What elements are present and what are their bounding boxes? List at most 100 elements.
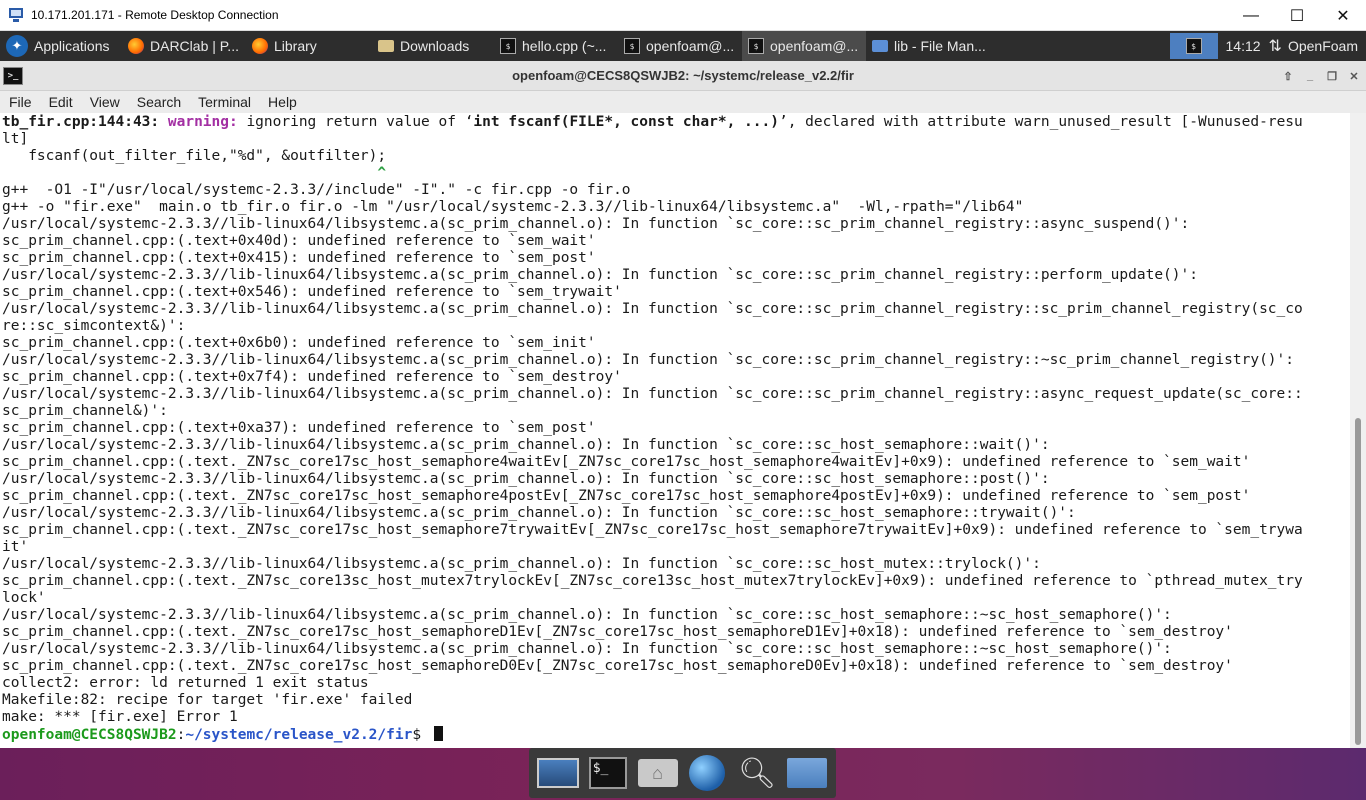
output-line: g++ -o "fir.exe" main.o tb_fir.o fir.o -… <box>2 199 1024 215</box>
prompt-symbol: $ <box>412 727 430 743</box>
warning-signature: int fscanf(FILE*, const char*, ...) <box>473 114 779 130</box>
terminal-window-title: openfoam@CECS8QSWJB2: ~/systemc/release_… <box>512 68 854 83</box>
output-line: sc_prim_channel.cpp:(.text._ZN7sc_core17… <box>2 488 1251 504</box>
app-finder-launcher[interactable]: 🔍︎ <box>735 752 779 794</box>
output-line: sc_prim_channel.cpp:(.text+0x7f4): undef… <box>2 369 622 385</box>
output-line: sc_prim_channel.cpp:(.text._ZN7sc_core17… <box>2 454 1251 470</box>
menu-edit[interactable]: Edit <box>40 94 81 110</box>
output-lines: lt] fscanf(out_filter_file,"%d", &outfil… <box>2 131 1350 726</box>
clock[interactable]: 14:12 <box>1218 38 1269 54</box>
user-menu[interactable]: OpenFoam <box>1288 38 1366 54</box>
restore-icon[interactable]: ❐ <box>1325 69 1339 83</box>
terminal-icon: $ <box>1185 38 1202 54</box>
output-line: /usr/local/systemc-2.3.3//lib-linux64/li… <box>2 437 1050 453</box>
taskbar-item-openfoam-1[interactable]: $ openfoam@... <box>618 31 742 61</box>
output-line: /usr/local/systemc-2.3.3//lib-linux64/li… <box>2 505 1076 521</box>
web-browser-icon <box>689 755 726 791</box>
terminal-titlebar: >_ openfoam@CECS8QSWJB2: ~/systemc/relea… <box>0 61 1366 91</box>
warning-location: tb_fir.cpp:144:43: <box>2 114 168 130</box>
output-line: make: *** [fir.exe] Error 1 <box>2 709 238 725</box>
taskbar-item-openfoam-2[interactable]: $ openfoam@... <box>742 31 866 61</box>
scrollbar-thumb[interactable] <box>1355 418 1361 745</box>
menu-help[interactable]: Help <box>259 94 305 110</box>
text-cursor <box>433 726 443 741</box>
task-label: Downloads <box>400 38 470 54</box>
taskbar-item-library[interactable]: Library <box>246 31 370 61</box>
rdp-title-bar: 10.171.201.171 - Remote Desktop Connecti… <box>0 0 1366 31</box>
output-line: sc_prim_channel&)': <box>2 403 168 419</box>
task-label: lib - File Man... <box>894 38 986 54</box>
close-icon[interactable]: ✕ <box>1347 69 1361 83</box>
terminal-scrollbar[interactable] <box>1350 113 1366 748</box>
shell-prompt[interactable]: openfoam@CECS8QSWJB2:~/systemc/release_v… <box>2 726 1350 743</box>
output-line: re::sc_simcontext&)': <box>2 318 186 334</box>
output-line: sc_prim_channel.cpp:(.text+0x6b0): undef… <box>2 335 596 351</box>
taskbar-item-downloads[interactable]: Downloads <box>370 31 494 61</box>
terminal-icon: $ <box>624 38 640 54</box>
home-folder-launcher[interactable]: ⌂ <box>636 752 680 794</box>
terminal-output[interactable]: tb_fir.cpp:144:43: warning: ignoring ret… <box>0 113 1350 748</box>
taskbar-item-hello-cpp[interactable]: $ hello.cpp (~... <box>494 31 618 61</box>
task-label: Library <box>274 38 317 54</box>
menu-search[interactable]: Search <box>128 94 189 110</box>
output-line: sc_prim_channel.cpp:(.text+0x40d): undef… <box>2 233 596 249</box>
remote-desktop-icon <box>9 8 25 22</box>
taskbar-item-darclab[interactable]: DARClab | P... <box>122 31 246 61</box>
shade-up-icon[interactable]: ⇧ <box>1281 69 1295 83</box>
warning-line: tb_fir.cpp:144:43: warning: ignoring ret… <box>2 114 1350 131</box>
top-panel: ✦ Applications DARClab | P... Library Do… <box>0 31 1366 61</box>
xfce-mouse-icon: ✦ <box>6 35 28 57</box>
terminal-icon: $_ <box>588 757 627 789</box>
show-desktop-button[interactable] <box>536 752 580 794</box>
menu-view[interactable]: View <box>81 94 128 110</box>
minimize-button[interactable]: — <box>1228 0 1274 31</box>
tray-terminal-button[interactable]: $ <box>1169 33 1218 59</box>
terminal-icon: $ <box>500 38 516 54</box>
task-label: openfoam@... <box>770 38 859 54</box>
output-line: sc_prim_channel.cpp:(.text+0xa37): undef… <box>2 420 596 436</box>
output-line: /usr/local/systemc-2.3.3//lib-linux64/li… <box>2 352 1295 368</box>
search-icon: 🔍︎ <box>738 756 777 790</box>
output-line: lt] <box>2 131 29 147</box>
terminal-icon: $ <box>748 38 764 54</box>
output-line: collect2: error: ld returned 1 exit stat… <box>2 675 369 691</box>
terminal-menubar: File Edit View Search Terminal Help <box>0 91 1366 113</box>
home-folder-icon: ⌂ <box>637 759 678 787</box>
output-line: /usr/local/systemc-2.3.3//lib-linux64/li… <box>2 301 1303 317</box>
output-line: sc_prim_channel.cpp:(.text+0x546): undef… <box>2 284 622 300</box>
applications-menu[interactable]: ✦ Applications <box>0 31 122 61</box>
warning-text: ignoring return value of ‘ <box>237 114 474 130</box>
network-transfer-icon[interactable]: ⇅ <box>1269 36 1282 56</box>
folder-icon <box>378 40 394 52</box>
menu-file[interactable]: File <box>0 94 40 110</box>
firefox-icon <box>128 38 144 54</box>
task-label: hello.cpp (~... <box>522 38 607 54</box>
web-browser-launcher[interactable] <box>685 752 729 794</box>
output-line: it' <box>2 539 29 555</box>
prompt-user: openfoam@CECS8QSWJB2 <box>2 727 177 743</box>
caret-line: ^ <box>2 165 1350 182</box>
output-line: g++ -O1 -I"/usr/local/systemc-2.3.3//inc… <box>2 182 631 198</box>
output-line: sc_prim_channel.cpp:(.text._ZN7sc_core13… <box>2 573 1303 589</box>
applications-label: Applications <box>34 38 110 54</box>
minimize-icon[interactable]: _ <box>1303 69 1317 83</box>
maximize-button[interactable]: ☐ <box>1274 0 1320 31</box>
close-button[interactable]: ✕ <box>1320 0 1366 31</box>
task-label: openfoam@... <box>646 38 735 54</box>
dock: $_ ⌂ 🔍︎ <box>529 748 836 798</box>
output-line: fscanf(out_filter_file,"%d", &outfilter)… <box>2 148 387 164</box>
terminal-icon[interactable]: >_ <box>3 67 23 85</box>
taskbar-item-file-manager[interactable]: lib - File Man... <box>866 31 990 61</box>
output-line: sc_prim_channel.cpp:(.text._ZN7sc_core17… <box>2 522 1303 538</box>
output-line: /usr/local/systemc-2.3.3//lib-linux64/li… <box>2 641 1172 657</box>
output-line: /usr/local/systemc-2.3.3//lib-linux64/li… <box>2 556 1041 572</box>
firefox-icon <box>252 38 268 54</box>
prompt-path: ~/systemc/release_v2.2/fir <box>185 727 413 743</box>
file-manager-launcher[interactable] <box>785 752 829 794</box>
file-manager-icon <box>872 40 888 52</box>
output-line: sc_prim_channel.cpp:(.text+0x415): undef… <box>2 250 596 266</box>
menu-terminal[interactable]: Terminal <box>189 94 259 110</box>
task-label: DARClab | P... <box>150 38 239 54</box>
output-line: sc_prim_channel.cpp:(.text._ZN7sc_core17… <box>2 658 1233 674</box>
terminal-launcher[interactable]: $_ <box>586 752 630 794</box>
